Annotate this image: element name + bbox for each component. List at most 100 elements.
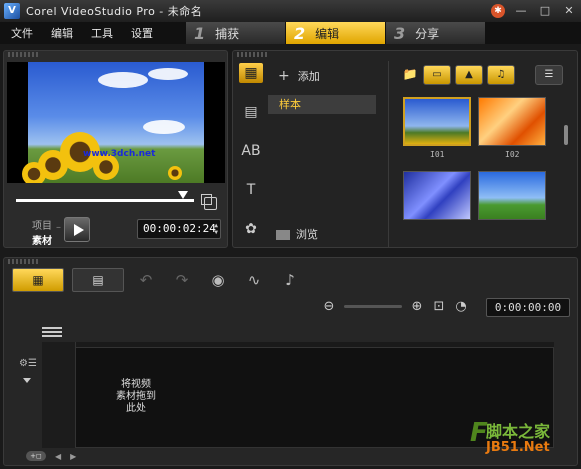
chevron-down-icon[interactable] (23, 378, 31, 383)
library-thumbnail[interactable] (478, 97, 546, 146)
add-folder-button[interactable]: + 添加 (278, 68, 320, 84)
track-label-column (42, 342, 76, 448)
step-number: 1 (194, 23, 206, 43)
window-controls: ✱ — □ ✕ (491, 3, 577, 19)
step-label: 分享 (415, 26, 440, 41)
preview-panel: www.3dch.net 项目 – 素材 00:00:02:24 ▲ ▼ (3, 50, 228, 248)
auto-music-icon[interactable]: ♪ (276, 268, 304, 292)
add-label: 添加 (297, 70, 320, 83)
minimize-button[interactable]: — (513, 3, 529, 19)
add-track-icon[interactable]: +◻ (26, 451, 46, 461)
menu-edit[interactable]: 编辑 (51, 25, 73, 41)
site-name-cn: 脚本之家 (486, 422, 551, 441)
zoom-in-icon[interactable]: ⊕ (410, 299, 424, 314)
show-video-button[interactable]: ▭ (423, 65, 451, 85)
plus-icon: + (278, 68, 290, 84)
library-category-bar: ▦ ▤ AB T ✿ (235, 63, 267, 258)
drop-hint: 将视频 素材拖到 此处 (116, 379, 156, 414)
play-button[interactable] (64, 217, 90, 242)
scrubber-thumb[interactable] (178, 191, 188, 199)
preview-timecode[interactable]: 00:00:02:24 ▲ ▼ (137, 219, 221, 239)
record-capture-icon[interactable]: ◉ (204, 268, 232, 292)
library-thumbnail[interactable] (403, 97, 471, 146)
sunflower-shape (168, 166, 182, 180)
app-icon: V (4, 3, 20, 19)
menu-settings[interactable]: 设置 (131, 25, 153, 41)
cloud-shape (143, 120, 185, 134)
mode-project[interactable]: 项目 (32, 217, 52, 232)
timecode-spinner-icon[interactable]: ▲ ▼ (214, 222, 218, 236)
library-folder-sample[interactable]: 样本 (268, 95, 376, 114)
site-logo-letter: F (470, 418, 488, 448)
step-number: 3 (394, 23, 406, 43)
fit-project-icon[interactable]: ⊡ (432, 299, 446, 314)
media-icon[interactable]: ▦ (239, 63, 263, 83)
track-manager-icon[interactable] (42, 327, 62, 339)
show-photo-button[interactable]: ▲ (455, 65, 483, 85)
menu-tools[interactable]: 工具 (91, 25, 113, 41)
scroll-right-icon[interactable]: ▶ (70, 452, 76, 461)
help-icon[interactable]: ✱ (491, 4, 505, 18)
site-name-en: JB51.Net (486, 440, 550, 455)
browse-button[interactable]: 浏览 (268, 225, 388, 245)
undo-icon[interactable]: ↶ (132, 268, 160, 292)
step-number: 2 (294, 23, 306, 43)
filter-icon[interactable]: ✿ (239, 219, 263, 239)
site-watermark: F 脚本之家 JB51.Net (470, 418, 551, 455)
graphics-icon[interactable]: T (239, 180, 263, 200)
track-settings-icon[interactable]: ⚙☰ (19, 358, 37, 369)
timeline-timecode[interactable]: 0:00:00:00 (486, 298, 570, 317)
step-tabs: 1 捕获 2 编辑 3 分享 (186, 22, 486, 44)
tab-capture[interactable]: 1 捕获 (186, 22, 286, 44)
thumbnail-label: I01 (430, 150, 445, 159)
library-divider (388, 61, 389, 247)
sunflower-shape (22, 162, 46, 183)
storyboard-view-button[interactable]: ▦ (12, 268, 64, 292)
panel-grip[interactable] (8, 259, 38, 264)
timecode-value: 00:00:02:24 (143, 222, 216, 235)
overlay-url-text: www.3dch.net (83, 149, 156, 159)
menu-file[interactable]: 文件 (11, 25, 33, 41)
mode-separator: – (56, 222, 61, 233)
panel-grip[interactable] (237, 52, 267, 57)
browse-label: 浏览 (296, 228, 318, 241)
window-title: Corel VideoStudio Pro - 未命名 (26, 5, 203, 18)
zoom-controls: ⊖ ⊕ ⊡ ◔ (322, 299, 468, 314)
title-icon[interactable]: AB (239, 141, 263, 161)
folder-icon[interactable]: 📁 (401, 65, 419, 85)
scrubber-bar[interactable] (16, 199, 194, 202)
timeline-toolbar: ▦ ▤ ↶ ↷ ◉ ∿ ♪ (12, 268, 304, 292)
cloud-shape (98, 72, 148, 88)
zoom-out-icon[interactable]: ⊖ (322, 299, 336, 314)
tab-share[interactable]: 3 分享 (386, 22, 486, 44)
mode-clip[interactable]: 素材 (32, 232, 52, 247)
audio-mixer-icon[interactable]: ∿ (240, 268, 268, 292)
library-thumbnail[interactable] (403, 171, 471, 220)
maximize-button[interactable]: □ (537, 3, 553, 19)
track-ruler[interactable] (76, 342, 554, 348)
project-duration-icon: ◔ (455, 299, 467, 314)
library-thumbnail[interactable] (478, 171, 546, 220)
scroll-left-icon[interactable]: ◀ (55, 452, 61, 461)
step-label: 编辑 (315, 26, 340, 41)
list-view-button[interactable]: ☰ (535, 65, 563, 85)
show-audio-button[interactable]: ♫ (487, 65, 515, 85)
browse-icon (276, 230, 290, 240)
timeline-bottom-controls: +◻ ◀ ▶ (26, 451, 76, 461)
step-label: 捕获 (215, 26, 240, 41)
title-bar: V Corel VideoStudio Pro - 未命名 ✱ — □ ✕ (0, 0, 581, 22)
timeline-view-button[interactable]: ▤ (72, 268, 124, 292)
video-preview[interactable]: www.3dch.net (7, 62, 225, 183)
panel-grip[interactable] (8, 52, 38, 57)
library-panel: ▦ ▤ AB T ✿ + 添加 样本 浏览 📁 ▭ ▲ ♫ ☰ I01 I02 (232, 50, 578, 248)
library-scrollbar[interactable] (564, 125, 568, 145)
close-button[interactable]: ✕ (561, 3, 577, 19)
tab-edit[interactable]: 2 编辑 (286, 22, 386, 44)
library-toolbar: 📁 ▭ ▲ ♫ (401, 65, 515, 85)
zoom-slider[interactable] (344, 305, 402, 308)
transition-icon[interactable]: ▤ (239, 102, 263, 122)
cloud-shape (148, 68, 188, 80)
thumbnail-label: I02 (505, 150, 520, 159)
redo-icon[interactable]: ↷ (168, 268, 196, 292)
enlarge-icon[interactable] (201, 194, 217, 210)
